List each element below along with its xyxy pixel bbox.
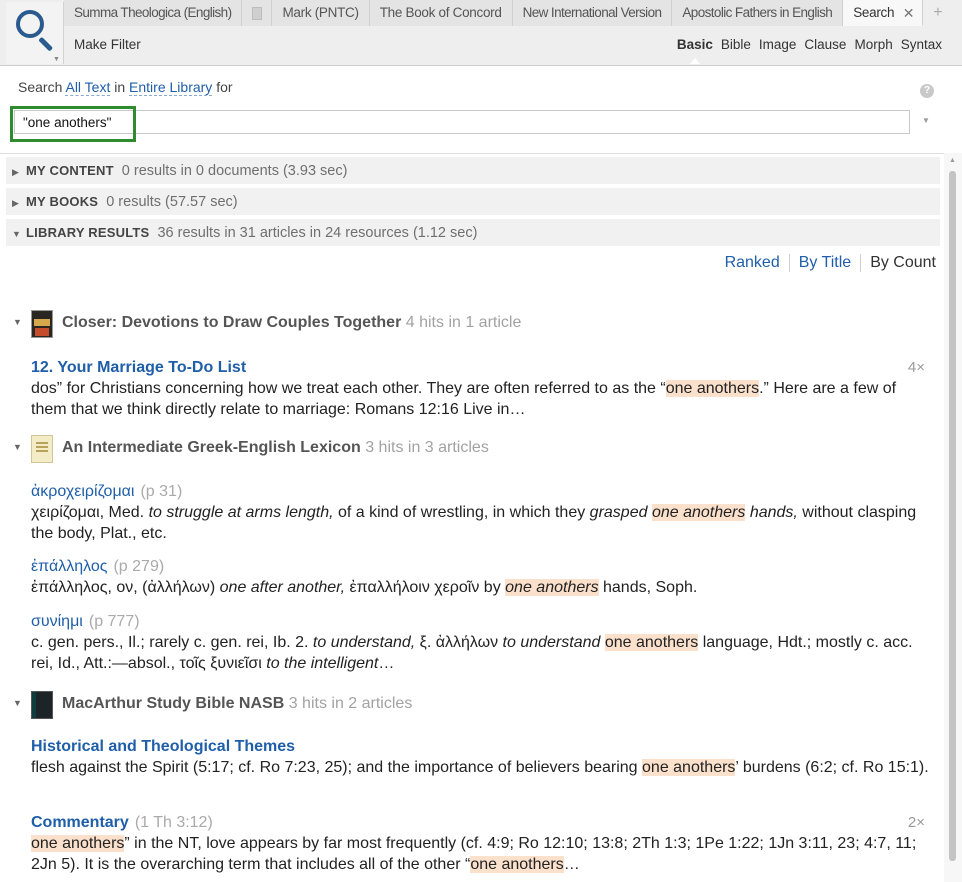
mode-image[interactable]: Image [759, 37, 797, 52]
result-title-link[interactable]: 12. Your Marriage To-Do List [31, 359, 246, 376]
scrollbar-thumb[interactable] [949, 171, 956, 861]
tab-document[interactable] [242, 0, 273, 26]
search-scope-line: Search All Text in Entire Library for [18, 79, 233, 96]
search-match: one anothers [651, 504, 746, 521]
section-my-content[interactable]: ▶ MY CONTENT 0 results in 0 documents (3… [6, 157, 940, 184]
book-cover-icon [31, 310, 53, 338]
book-header[interactable]: ▼ MacArthur Study Bible NASB 3 hits in 2… [0, 691, 944, 719]
result-item: ἐπάλληλος (p 279) ἐπάλληλος, ον, (ἀλλήλων… [31, 558, 698, 596]
scroll-up-arrow-icon[interactable]: ▲ [949, 157, 956, 164]
search-menu-button[interactable]: ▼ [6, 2, 64, 64]
book-hit-count: 4 hits in 1 article [405, 314, 522, 331]
page-reference: (1 Th 3:12) [134, 814, 213, 831]
tab-book-of-concord[interactable]: The Book of Concord [369, 0, 513, 26]
book-title[interactable]: MacArthur Study Bible NASB [62, 695, 284, 712]
result-title-link[interactable]: Commentary [31, 814, 129, 831]
book-title[interactable]: Closer: Devotions to Draw Couples Togeth… [62, 314, 401, 331]
search-icon [16, 10, 44, 38]
mode-morph[interactable]: Morph [854, 37, 892, 52]
make-filter-button[interactable]: Make Filter [74, 37, 141, 52]
search-match: one anothers [31, 835, 125, 852]
result-item: Historical and Theological Themes flesh … [31, 738, 929, 776]
tab-apostolic-fathers[interactable]: Apostolic Fathers in English [672, 0, 844, 26]
library-scope-selector[interactable]: Entire Library [129, 79, 213, 96]
book-group: ▼ Closer: Devotions to Draw Couples Toge… [0, 310, 944, 338]
result-title-link[interactable]: ἐπάλληλος [31, 558, 107, 575]
tab-search-label: Search [853, 5, 895, 20]
page-reference: (p 777) [88, 613, 140, 630]
search-match: one anothers [665, 380, 760, 397]
book-title[interactable]: An Intermediate Greek-English Lexicon [62, 439, 361, 456]
search-field-selector[interactable]: All Text [65, 79, 111, 96]
result-title-link[interactable]: συνίημι [31, 613, 83, 630]
search-query-field[interactable] [14, 110, 910, 134]
book-group: ▼ An Intermediate Greek-English Lexicon … [0, 435, 944, 463]
search-panel-toolbar: ▼ Summa Theologica (English) Mark (PNTC)… [0, 0, 962, 66]
mode-bible[interactable]: Bible [721, 37, 751, 52]
book-header[interactable]: ▼ An Intermediate Greek-English Lexicon … [0, 435, 944, 463]
mode-syntax[interactable]: Syntax [901, 37, 942, 52]
search-match: one anothers [604, 634, 699, 651]
add-tab-button[interactable]: + [923, 0, 952, 26]
results-pane: ▶ MY CONTENT 0 results in 0 documents (3… [0, 153, 944, 882]
help-icon[interactable]: ? [920, 84, 934, 98]
dropdown-arrow-icon: ▼ [53, 56, 60, 63]
panel-tabs: Summa Theologica (English) Mark (PNTC) T… [64, 0, 952, 26]
hit-count: 4× [907, 359, 925, 376]
collapse-arrow-icon: ▼ [12, 229, 21, 239]
book-hit-count: 3 hits in 2 articles [288, 695, 413, 712]
result-title-link[interactable]: Historical and Theological Themes [31, 738, 295, 755]
mode-clause[interactable]: Clause [804, 37, 846, 52]
book-group: ▼ MacArthur Study Bible NASB 3 hits in 2… [0, 691, 944, 719]
search-match: one anothers [470, 856, 564, 873]
sort-by-count[interactable]: By Count [870, 254, 936, 272]
result-item: συνίημι (p 777) c. gen. pers., Il.; rarel… [31, 613, 913, 672]
mode-basic[interactable]: Basic [677, 37, 713, 64]
tab-niv[interactable]: New International Version [512, 0, 673, 26]
result-item: Commentary (1 Th 3:12) 2× one anothers” i… [31, 814, 925, 873]
collapse-arrow-icon[interactable]: ▼ [13, 442, 22, 452]
search-input[interactable] [15, 111, 909, 133]
book-cover-icon [31, 691, 53, 719]
sort-by-title[interactable]: By Title [799, 254, 851, 272]
expand-arrow-icon: ▶ [12, 198, 19, 208]
sort-options: Ranked By Title By Count [725, 254, 936, 272]
search-match: one anothers [642, 759, 736, 776]
document-icon [251, 6, 262, 20]
search-mode-tabs: Basic Bible Image Clause Morph Syntax [677, 37, 942, 64]
collapse-arrow-icon[interactable]: ▼ [13, 698, 22, 708]
book-header[interactable]: ▼ Closer: Devotions to Draw Couples Toge… [0, 310, 944, 338]
results-scrollbar[interactable]: ▲ [944, 153, 962, 882]
tab-mark-pntc[interactable]: Mark (PNTC) [272, 0, 370, 26]
tab-summa-theologica[interactable]: Summa Theologica (English) [64, 0, 243, 26]
expand-arrow-icon: ▶ [12, 167, 19, 177]
hit-count: 2× [907, 814, 925, 831]
result-item: 12. Your Marriage To-Do List 4× dos” for… [31, 359, 925, 418]
page-reference: (p 279) [113, 558, 165, 575]
result-item: ἀκροχειρίζομαι (p 31) χειρίζομαι, Med. to… [31, 483, 917, 542]
section-my-books[interactable]: ▶ MY BOOKS 0 results (57.57 sec) [6, 188, 940, 215]
sort-ranked[interactable]: Ranked [725, 254, 780, 272]
collapse-arrow-icon[interactable]: ▼ [13, 317, 22, 327]
book-cover-icon [31, 435, 53, 463]
book-hit-count: 3 hits in 3 articles [365, 439, 489, 456]
close-icon[interactable]: ✕ [903, 0, 915, 26]
result-title-link[interactable]: ἀκροχειρίζομαι [31, 483, 134, 500]
search-match: one anothers [505, 579, 599, 596]
tab-search[interactable]: Search ✕ [843, 0, 924, 26]
page-reference: (p 31) [140, 483, 183, 500]
section-library-results[interactable]: ▼ LIBRARY RESULTS 36 results in 31 artic… [6, 219, 940, 246]
query-history-dropdown-icon[interactable]: ▼ [922, 116, 930, 125]
